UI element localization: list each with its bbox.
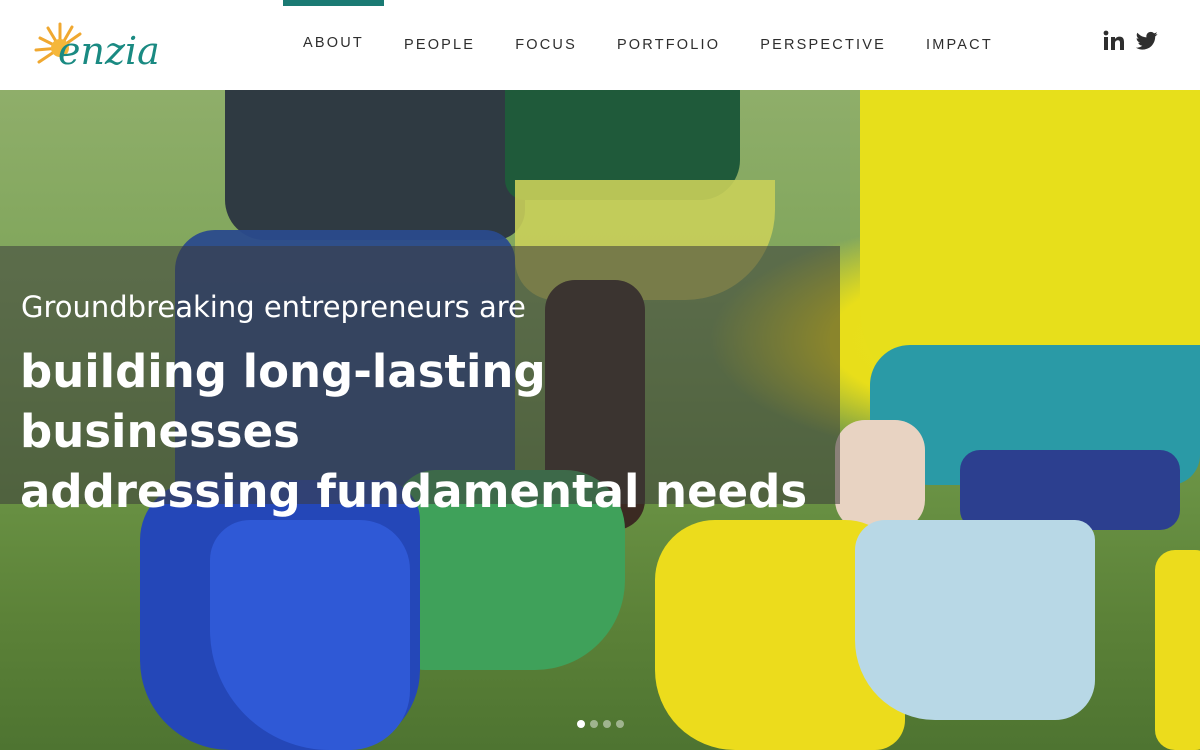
hero-caption-box: Groundbreaking entrepreneurs are buildin… — [0, 246, 840, 518]
carousel-dot[interactable] — [603, 720, 611, 728]
nav-item-impact[interactable]: IMPACT — [906, 0, 1013, 90]
nav-label: PEOPLE — [403, 37, 476, 53]
nav-label: ABOUT — [303, 35, 364, 51]
carousel-dot[interactable] — [590, 720, 598, 728]
hero-title: building long-lasting businesses address… — [20, 342, 820, 522]
nav-item-about[interactable]: ABOUT — [283, 0, 384, 90]
nav-label: PERSPECTIVE — [760, 37, 886, 53]
nav-label: FOCUS — [515, 37, 577, 53]
hero-carousel: Groundbreaking entrepreneurs are buildin… — [0, 90, 1200, 750]
yellow-boot-edge — [1155, 550, 1200, 750]
nav-label: IMPACT — [926, 37, 993, 53]
nav-item-portfolio[interactable]: PORTFOLIO — [597, 0, 740, 90]
logo-wordmark: enzia — [58, 29, 160, 73]
linkedin-icon[interactable] — [1103, 30, 1125, 52]
hero-title-line: addressing fundamental needs — [20, 465, 808, 518]
nav-item-focus[interactable]: FOCUS — [495, 0, 597, 90]
twitter-icon[interactable] — [1136, 30, 1158, 52]
site-header: enzia ABOUT PEOPLE FOCUS PORTFOLIO PERSP… — [0, 0, 1200, 90]
nav-item-people[interactable]: PEOPLE — [384, 0, 495, 90]
lightblue-boot — [855, 520, 1095, 720]
social-links — [1103, 30, 1158, 52]
carousel-dot[interactable] — [616, 720, 624, 728]
carousel-dot[interactable] — [577, 720, 585, 728]
nav-item-perspective[interactable]: PERSPECTIVE — [740, 0, 906, 90]
hero-subtitle: Groundbreaking entrepreneurs are — [21, 290, 526, 324]
child-raincoat-dark — [225, 90, 525, 240]
hero-title-line: building long-lasting businesses — [20, 345, 546, 458]
nav-label: PORTFOLIO — [616, 37, 721, 53]
carousel-dots — [577, 720, 624, 728]
child-leg-2 — [835, 420, 925, 530]
main-nav: ABOUT PEOPLE FOCUS PORTFOLIO PERSPECTIVE… — [283, 0, 1013, 90]
child-jeans-2 — [960, 450, 1180, 530]
enzia-logo[interactable]: enzia — [30, 18, 170, 74]
